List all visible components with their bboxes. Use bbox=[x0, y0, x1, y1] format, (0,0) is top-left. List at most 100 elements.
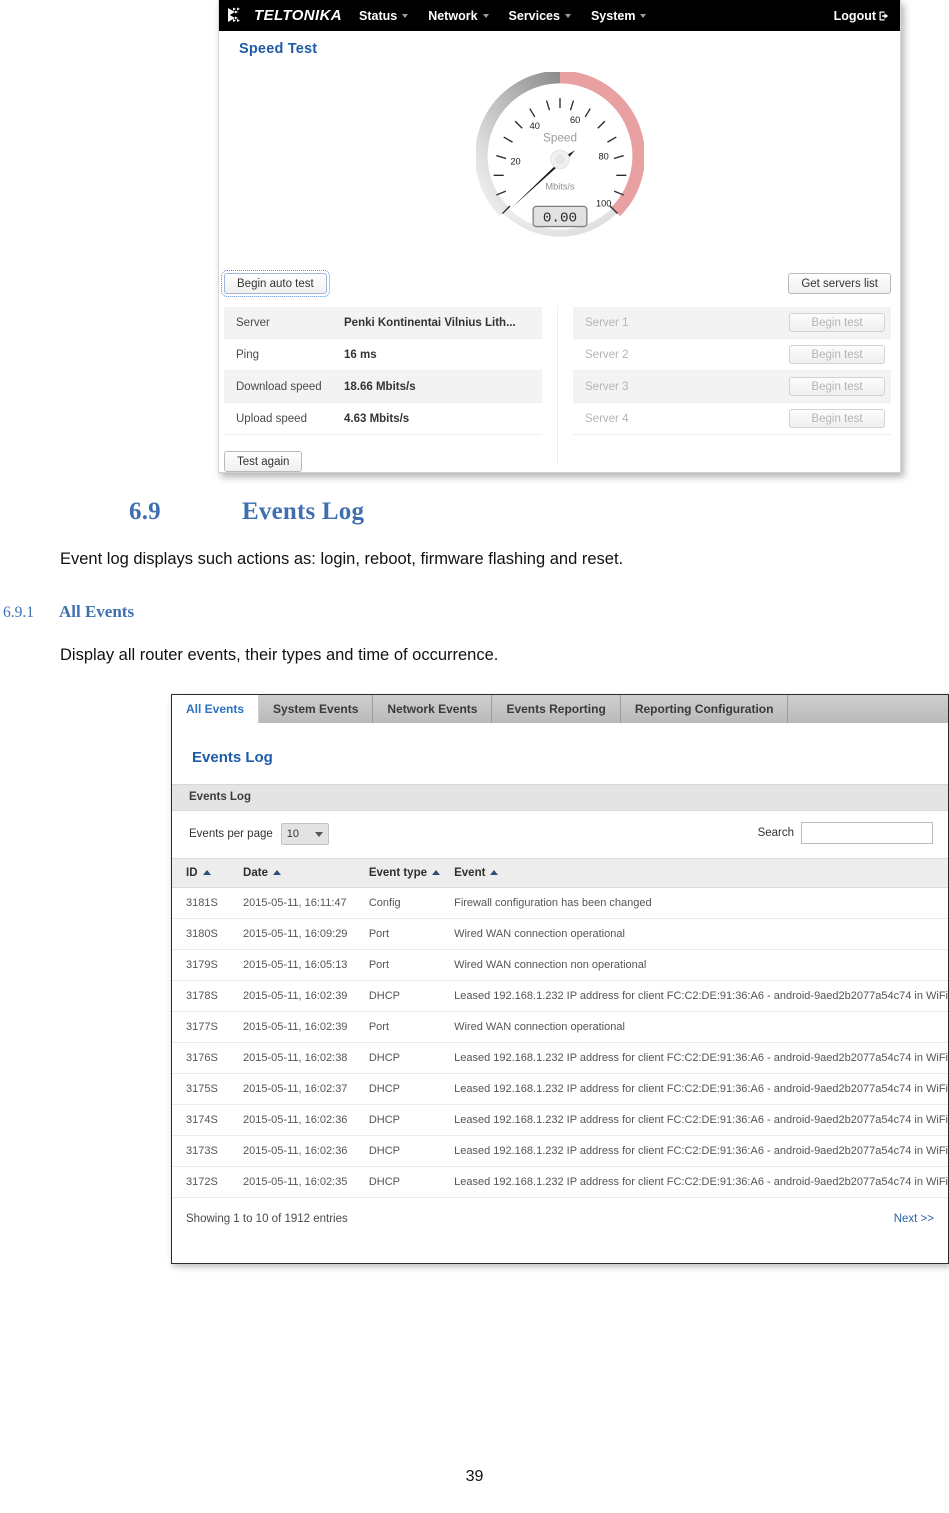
speed-gauge: 20 40 60 80 100 Speed Mbits/s 0.00 bbox=[219, 72, 900, 240]
result-key: Upload speed bbox=[224, 402, 344, 435]
sort-asc-icon bbox=[272, 870, 281, 875]
nav-item-status[interactable]: Status bbox=[359, 8, 409, 23]
gauge-unit: Mbits/s bbox=[545, 182, 575, 192]
cell-id: 3176S bbox=[172, 1042, 244, 1074]
gauge-tick-60: 60 bbox=[569, 115, 579, 125]
cell-event: Firewall configuration has been changed bbox=[454, 887, 948, 919]
table-row: Ping 16 ms bbox=[224, 338, 542, 371]
cell-id: 3175S bbox=[172, 1073, 244, 1105]
cell-event-type: Port bbox=[368, 918, 455, 950]
column-header-id[interactable]: ID bbox=[172, 858, 244, 888]
cell-date: 2015-05-11, 16:02:39 bbox=[243, 1011, 369, 1043]
cell-event: Leased 192.168.1.232 IP address for clie… bbox=[454, 1166, 948, 1198]
table-row: Server Penki Kontinentai Vilnius Lith... bbox=[224, 307, 542, 339]
cell-id: 3180S bbox=[172, 918, 244, 950]
cell-date: 2015-05-11, 16:02:35 bbox=[243, 1166, 369, 1198]
column-header-date[interactable]: Date bbox=[243, 858, 369, 888]
test-again-button[interactable]: Test again bbox=[224, 451, 303, 472]
begin-test-button-3[interactable]: Begin test bbox=[789, 377, 885, 396]
tab-system-events[interactable]: System Events bbox=[259, 695, 374, 723]
cell-event: Wired WAN connection operational bbox=[454, 1011, 948, 1043]
cell-event-type: DHCP bbox=[368, 1042, 455, 1074]
cell-event: Leased 192.168.1.232 IP address for clie… bbox=[454, 1104, 948, 1136]
search-label: Search bbox=[757, 827, 794, 839]
logout-icon bbox=[879, 11, 889, 20]
nav-item-system-label: System bbox=[590, 8, 636, 23]
nav-item-status-label: Status bbox=[359, 8, 398, 23]
server-name: Server 3 bbox=[573, 370, 686, 403]
cell-date: 2015-05-11, 16:11:47 bbox=[243, 887, 369, 919]
events-per-page-control: Events per page 10 bbox=[189, 823, 329, 845]
speed-test-screenshot: TELTONIKA Status Network Services System… bbox=[218, 0, 901, 473]
section-heading: 6.9 Events Log bbox=[129, 498, 364, 526]
table-row: 3173S 2015-05-11, 16:02:36 DHCP Leased 1… bbox=[172, 1135, 948, 1167]
chevron-down-icon bbox=[314, 831, 323, 837]
begin-test-button-4[interactable]: Begin test bbox=[789, 409, 885, 428]
column-header-event-type[interactable]: Event type bbox=[368, 858, 455, 888]
speed-gauge-svg: 20 40 60 80 100 Speed Mbits/s 0.00 bbox=[475, 72, 644, 237]
tab-all-events[interactable]: All Events bbox=[172, 695, 260, 723]
begin-auto-test-button[interactable]: Begin auto test bbox=[221, 270, 330, 297]
server-name: Server 2 bbox=[573, 338, 686, 371]
nav-item-services-label: Services bbox=[508, 8, 560, 23]
tab-events-reporting-label: Events Reporting bbox=[506, 702, 606, 716]
nav-item-services[interactable]: Services bbox=[509, 9, 571, 23]
result-value: 18.66 Mbits/s bbox=[344, 370, 542, 403]
events-table-footer: Showing 1 to 10 of 1912 entries Next >> bbox=[172, 1209, 948, 1235]
search-input[interactable] bbox=[801, 822, 933, 844]
router-navbar: TELTONIKA Status Network Services System… bbox=[219, 0, 900, 31]
table-row: Server 1 Begin test bbox=[573, 307, 891, 339]
teltonika-logo-text: TELTONIKA bbox=[254, 6, 343, 24]
cell-event-type: DHCP bbox=[368, 980, 455, 1012]
cell-id: 3178S bbox=[172, 980, 244, 1012]
begin-test-button-2[interactable]: Begin test bbox=[789, 345, 885, 364]
column-header-date-label: Date bbox=[243, 867, 268, 879]
result-key: Ping bbox=[224, 338, 344, 371]
cell-event: Leased 192.168.1.232 IP address for clie… bbox=[454, 1135, 948, 1167]
table-row: 3176S 2015-05-11, 16:02:38 DHCP Leased 1… bbox=[172, 1042, 948, 1074]
begin-test-button-1[interactable]: Begin test bbox=[789, 313, 885, 332]
chevron-down-icon bbox=[640, 14, 647, 19]
gauge-label: Speed bbox=[543, 132, 577, 145]
section-heading-title: Events Log bbox=[242, 498, 365, 525]
entries-count: Showing 1 to 10 of 1912 entries bbox=[186, 1213, 348, 1225]
gauge-tick-40: 40 bbox=[529, 121, 539, 131]
cell-event-type: Config bbox=[368, 887, 455, 919]
events-page-title: Events Log bbox=[192, 749, 273, 766]
servers-table: Server 1 Begin test Server 2 Begin test … bbox=[573, 307, 891, 435]
events-per-page-select[interactable]: 10 bbox=[280, 823, 329, 845]
events-section-bar-label: Events Log bbox=[189, 791, 251, 803]
column-header-event[interactable]: Event bbox=[454, 858, 948, 888]
tab-reporting-configuration[interactable]: Reporting Configuration bbox=[620, 695, 789, 723]
cell-event-type: DHCP bbox=[368, 1104, 455, 1136]
next-page-link[interactable]: Next >> bbox=[894, 1213, 934, 1225]
column-header-event-type-label: Event type bbox=[368, 867, 428, 879]
table-row: 3174S 2015-05-11, 16:02:36 DHCP Leased 1… bbox=[172, 1104, 948, 1136]
cell-event-type: Port bbox=[368, 949, 455, 981]
section-paragraph: Event log displays such actions as: logi… bbox=[60, 550, 624, 568]
chevron-down-icon bbox=[402, 14, 409, 19]
result-value: Penki Kontinentai Vilnius Lith... bbox=[344, 307, 542, 339]
table-row: 3180S 2015-05-11, 16:09:29 Port Wired WA… bbox=[172, 918, 948, 950]
tab-bar-filler bbox=[788, 695, 948, 723]
tab-network-events[interactable]: Network Events bbox=[373, 695, 493, 723]
cell-date: 2015-05-11, 16:02:36 bbox=[243, 1135, 369, 1167]
tab-system-events-label: System Events bbox=[273, 702, 359, 716]
cell-event: Leased 192.168.1.232 IP address for clie… bbox=[454, 980, 948, 1012]
gauge-tick-20: 20 bbox=[510, 156, 520, 166]
tab-events-reporting[interactable]: Events Reporting bbox=[492, 695, 621, 723]
nav-item-network[interactable]: Network bbox=[428, 9, 489, 23]
search-control: Search bbox=[758, 822, 933, 844]
sort-asc-icon bbox=[490, 870, 499, 875]
nav-item-system[interactable]: System bbox=[590, 8, 647, 23]
logout-button[interactable]: Logout bbox=[834, 0, 890, 31]
subsection-heading-title: All Events bbox=[59, 602, 135, 621]
table-row: 3172S 2015-05-11, 16:02:35 DHCP Leased 1… bbox=[172, 1166, 948, 1198]
panel-divider bbox=[557, 305, 558, 465]
table-row: Server 4 Begin test bbox=[573, 402, 891, 435]
server-name: Server 4 bbox=[573, 402, 686, 435]
get-servers-list-button[interactable]: Get servers list bbox=[788, 273, 891, 294]
events-table: ID Date Event type Event 3181S 2015-05-1… bbox=[172, 858, 948, 1198]
cell-event: Wired WAN connection operational bbox=[454, 918, 948, 950]
events-per-page-label: Events per page bbox=[189, 828, 273, 840]
